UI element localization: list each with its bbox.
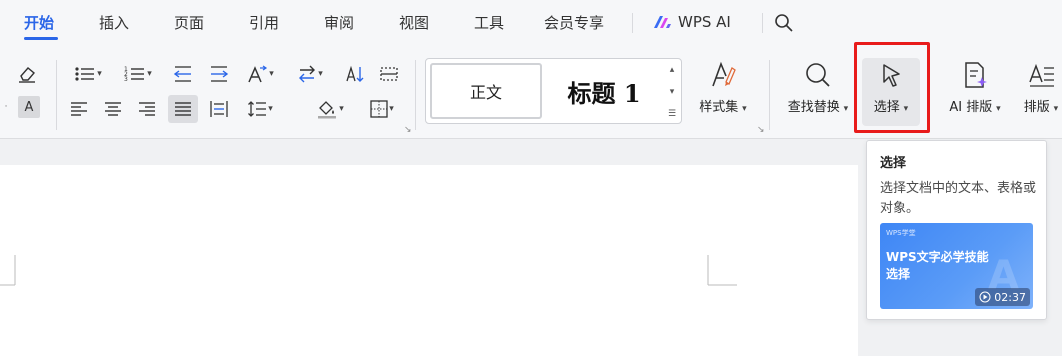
align-left-button[interactable] [66, 96, 92, 122]
home-ribbon: A · ▾ 1 2 3 ▾ ▾ ▾ ▾ ▾ ▾ ↘ 正文 标题 1 ▴ ▾ ☰ … [0, 42, 1062, 139]
style-normal[interactable]: 正文 [430, 63, 542, 119]
align-left-icon [71, 102, 87, 116]
ai-document-icon [965, 62, 987, 88]
layout-button[interactable]: 排版 ▾ [1016, 60, 1062, 115]
clear-format-button[interactable] [14, 62, 40, 86]
tab-divider [632, 13, 633, 33]
text-layout-icon [1029, 63, 1054, 87]
borders-button[interactable]: ▾ [362, 96, 402, 122]
video-brand: WPS学堂 [886, 229, 916, 237]
wps-ai-tab[interactable]: WPS AI [652, 10, 731, 34]
ai-layout-button[interactable]: AI 排版 ▾ [940, 60, 1010, 115]
paragraph-settings-launcher-icon[interactable]: ↘ [404, 125, 412, 135]
increase-indent-icon [211, 66, 229, 82]
tutorial-video-thumbnail[interactable]: WPS学堂 WPS文字必学技能 选择 A 02:37 [880, 223, 1033, 309]
wps-ai-logo-icon [654, 16, 671, 28]
layout-label: 排版 [1023, 100, 1050, 115]
style-gallery: 正文 标题 1 ▴ ▾ ☰ [425, 58, 682, 124]
paint-bucket-icon [318, 101, 337, 119]
tab-review[interactable]: 审阅 [324, 12, 354, 33]
sort-icon [346, 65, 364, 82]
align-right-icon [139, 102, 155, 116]
tab-references[interactable]: 引用 [249, 12, 279, 33]
style-set-button[interactable]: 样式集 ▾ [690, 60, 756, 115]
align-right-button[interactable] [134, 96, 160, 122]
numbered-list-icon: 1 2 3 [124, 66, 145, 83]
character-scale-icon [248, 65, 268, 83]
border-grid-icon [370, 100, 388, 118]
increase-indent-button[interactable] [206, 62, 232, 86]
align-center-button[interactable] [100, 96, 126, 122]
numbered-list-button[interactable]: 1 2 3 ▾ [120, 62, 156, 86]
play-icon [979, 291, 991, 303]
search-icon [775, 14, 793, 32]
paragraph-shading-button[interactable]: ▾ [310, 96, 350, 122]
svg-text:3: 3 [124, 76, 128, 83]
sort-button[interactable] [342, 62, 368, 86]
swap-arrows-icon [299, 65, 316, 83]
bullet-list-icon [75, 67, 95, 81]
select-tooltip: 选择 选择文档中的文本、表格或对象。 WPS学堂 WPS文字必学技能 选择 A … [866, 140, 1047, 320]
find-replace-label: 查找替换 [787, 100, 840, 115]
tooltip-description: 选择文档中的文本、表格或对象。 [880, 181, 1037, 216]
distributed-align-icon [210, 101, 228, 117]
character-shading-button[interactable]: A [18, 96, 40, 118]
style-set-label: 样式集 [699, 100, 739, 115]
group-divider [415, 60, 416, 130]
video-duration: 02:37 [994, 290, 1026, 304]
video-title: WPS文字必学技能 选择 [886, 250, 989, 281]
tab-member[interactable]: 会员专享 [544, 12, 604, 33]
justify-icon [175, 102, 191, 116]
chevron-down-icon[interactable]: ▾ [670, 87, 675, 97]
video-duration-badge: 02:37 [975, 288, 1030, 306]
tab-page[interactable]: 页面 [174, 12, 204, 33]
show-marks-button[interactable] [376, 62, 402, 86]
document-page[interactable] [0, 165, 858, 356]
tab-view[interactable]: 视图 [399, 12, 429, 33]
style-settings-launcher-icon[interactable]: ↘ [757, 125, 765, 135]
tooltip-title: 选择 [880, 156, 907, 171]
style-heading-1[interactable]: 标题 1 [548, 63, 660, 119]
justify-button[interactable] [168, 95, 198, 123]
eraser-icon [19, 67, 35, 83]
document-canvas[interactable] [0, 139, 860, 356]
group-divider [56, 60, 57, 130]
show-formatting-icon [380, 67, 398, 81]
search-button[interactable] [772, 11, 796, 35]
crop-mark-right [707, 255, 737, 286]
tab-home[interactable]: 开始 [24, 12, 54, 33]
line-spacing-button[interactable]: ▾ [242, 96, 278, 122]
tab-tools[interactable]: 工具 [474, 12, 504, 33]
distributed-align-button[interactable] [206, 96, 232, 122]
find-replace-button[interactable]: 查找替换 ▾ [782, 60, 854, 115]
active-tab-indicator [24, 37, 58, 40]
gallery-expand-icon[interactable]: ☰ [668, 109, 676, 119]
decrease-indent-icon [173, 66, 191, 82]
line-spacing-icon [248, 101, 267, 117]
character-scale-button[interactable]: ▾ [242, 62, 278, 86]
crop-mark-left [0, 255, 16, 286]
style-set-icon [712, 61, 736, 87]
bullet-list-button[interactable]: ▾ [70, 62, 106, 86]
tab-insert[interactable]: 插入 [99, 12, 129, 33]
magnifier-icon [806, 63, 830, 87]
decrease-indent-button[interactable] [170, 62, 196, 86]
annotation-highlight-box [854, 42, 930, 133]
chevron-up-icon[interactable]: ▴ [670, 65, 675, 75]
font-group-overflow: · [4, 102, 8, 112]
align-center-icon [105, 102, 121, 116]
gallery-scroll[interactable]: ▴ ▾ ☰ [665, 65, 679, 119]
tab-divider [762, 13, 763, 33]
wps-ai-label: WPS AI [678, 13, 731, 31]
menu-tab-bar: 开始 插入 页面 引用 审阅 视图 工具 会员专享 WPS AI [0, 0, 1062, 46]
group-divider [769, 60, 770, 130]
text-direction-button[interactable]: ▾ [292, 62, 328, 86]
ai-layout-label: AI 排版 [949, 100, 993, 115]
